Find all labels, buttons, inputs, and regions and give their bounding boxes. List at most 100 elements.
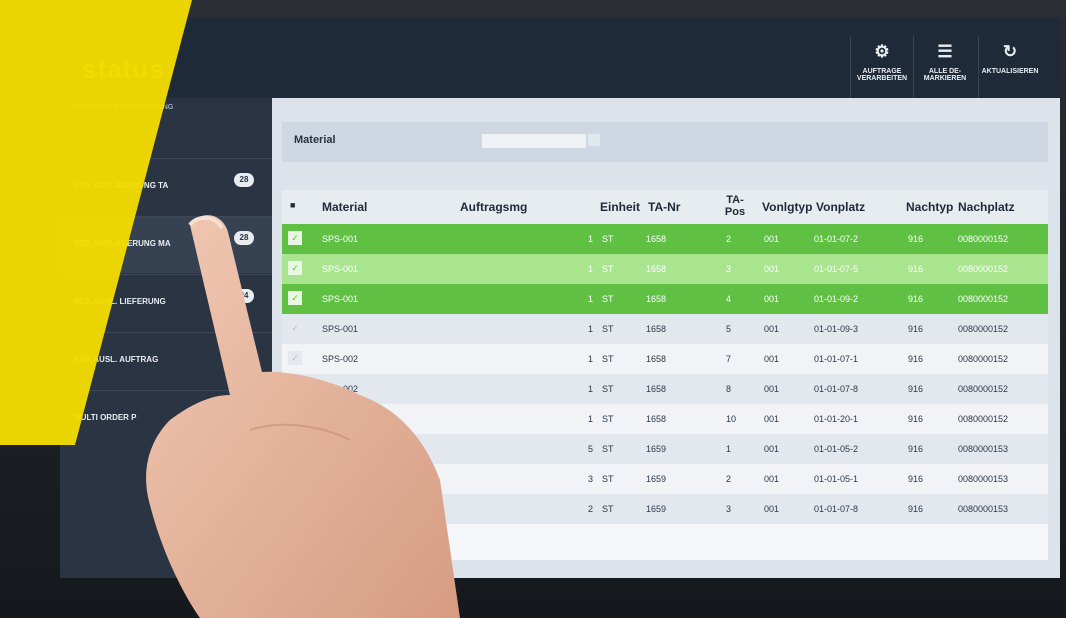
row-checkbox[interactable]: ✓ [288,231,302,245]
count-badge: 28 [234,173,254,187]
cell-menge: 3 [588,474,594,484]
row-checkbox[interactable]: ✓ [288,471,302,485]
cell-nachtyp: 916 [908,504,924,514]
table-row[interactable]: ✓ SPS-002 1 ST 1658 8 001 01-01-07-8 916 00800001… [282,374,1048,404]
row-checkbox[interactable]: ✓ [288,381,302,395]
col-vonlgtyp[interactable]: Vonlgtyp [762,200,812,214]
cell-vonplatz: 01-01-20-1 [814,414,859,424]
cell-nachplatz: 0080000152 [958,264,1009,274]
select-all-icon[interactable]: ■ [290,200,295,210]
cell-vonlgtyp: 001 [764,414,780,424]
refresh-icon: ↻ [1002,42,1018,61]
count-badge: 28 [234,231,254,245]
col-einheit[interactable]: Einheit [600,200,640,214]
cell-nachplatz: 0080000153 [958,444,1009,454]
cell-einheit: ST [602,384,614,394]
count-badge: 24 [234,289,254,303]
sidebar-item-ref-auslagerung-ta[interactable]: REF. AUSLAGERUNG TA 28 [60,158,272,215]
demark-all-button[interactable]: ☰ ALLE DE-MARKIEREN [913,36,976,98]
refresh-button[interactable]: ↻ AKTUALISIEREN [978,36,1041,98]
cell-vonplatz: 01-01-07-8 [814,384,859,394]
cell-menge: 2 [588,504,594,514]
filter-submit-button[interactable] [588,134,600,146]
sidebar-item-ref-auslagerung-ma[interactable]: REF. AUSLAGERUNG MA 28 [60,216,272,273]
process-orders-button[interactable]: ⚙ AUFTRAGE VERARBEITEN [850,36,913,98]
cell-vonlgtyp: 001 [764,474,780,484]
cell-vonplatz: 01-01-07-5 [814,264,859,274]
material-filter-input[interactable] [482,134,586,148]
cell-menge: 1 [588,384,594,394]
sidebar-item-label: REF. AUSLAGERUNG TA [74,181,169,190]
cell-ta-pos: 3 [726,504,732,514]
cell-vonlgtyp: 001 [764,264,780,274]
cell-nachtyp: 916 [908,384,924,394]
row-checkbox[interactable]: ✓ [288,501,302,515]
cell-nachplatz: 0080000153 [958,474,1009,484]
cell-ta-pos: 2 [726,474,732,484]
cell-menge: 1 [588,294,594,304]
col-ta-pos[interactable]: TA-Pos [720,194,750,218]
cell-einheit: ST [602,234,614,244]
cell-nachplatz: 0080000152 [958,234,1009,244]
cell-material: SPS-002 [322,354,359,364]
cell-vonplatz: 01-01-05-1 [814,474,859,484]
table-row[interactable]: ✓ SPS-002 1 ST 1658 7 001 01-01-07-1 916 00800001… [282,344,1048,374]
cell-nachtyp: 916 [908,234,924,244]
cell-ta-nr: 1658 [646,294,667,304]
cell-ta-nr: 1658 [646,354,667,364]
col-material[interactable]: Material [322,200,367,214]
filter-label: Material [294,134,336,146]
cell-nachtyp: 916 [908,264,924,274]
cell-ta-pos: 5 [726,324,732,334]
row-checkbox[interactable]: ✓ [288,321,302,335]
cell-ta-nr: 1658 [646,234,667,244]
cell-einheit: ST [602,294,614,304]
cell-menge: 1 [588,324,594,334]
demark-all-label: ALLE DE-MARKIEREN [923,68,967,82]
table-row[interactable]: ✓ 3 ST 1659 2 001 01-01-05-1 916 0080000153 [282,464,1048,494]
cell-ta-nr: 1659 [646,474,667,484]
cell-menge: 1 [588,414,594,424]
col-nachtyp[interactable]: Nachtyp [906,200,953,214]
cell-nachplatz: 0080000152 [958,294,1009,304]
col-nachplatz[interactable]: Nachplatz [958,200,1015,214]
cell-vonplatz: 01-01-05-2 [814,444,859,454]
table-row[interactable]: ✓ SPS-001 1 ST 1658 3 001 01-01-07-5 916 00800001… [282,254,1048,284]
sidebar-item-label: MULTI ORDER P [74,413,137,422]
cell-ta-nr: 1658 [646,324,667,334]
table-row[interactable]: ✓ 2 ST 1659 3 001 01-01-07-8 916 0080000153 [282,494,1048,524]
main-content: Material ■ Material Auftragsmg Einheit T… [272,98,1060,578]
cell-ta-nr: 1659 [646,444,667,454]
table-row[interactable]: ✓ SPS-001 1 ST 1658 5 001 01-01-09-3 916 00800001… [282,314,1048,344]
cell-material: SPS-001 [322,294,359,304]
cell-nachplatz: 0080000152 [958,414,1009,424]
cell-ta-pos: 1 [726,444,732,454]
col-ta-nr[interactable]: TA-Nr [648,200,680,214]
table-row[interactable]: ✓ SPS-001 1 ST 1658 2 001 01-01-07-2 916 00800001… [282,224,1048,254]
table-row[interactable]: ✓ SPS-001 1 ST 1658 4 001 01-01-09-2 916 00800001… [282,284,1048,314]
list-icon: ☰ [937,42,953,61]
table-row[interactable]: ✓ 1 ST 1658 10 001 01-01-20-1 916 0080000152 [282,404,1048,434]
col-auftragsmg[interactable]: Auftragsmg [460,200,527,214]
cell-einheit: ST [602,474,614,484]
cell-nachplatz: 0080000152 [958,324,1009,334]
sidebar: GESTARTETE AUSLAGERUNG REF. AUSLAGERUNG … [60,98,272,578]
table-row[interactable]: ✓ 5 ST 1659 1 001 01-01-05-2 916 0080000153 [282,434,1048,464]
cell-vonlgtyp: 001 [764,234,780,244]
row-checkbox[interactable]: ✓ [288,351,302,365]
cell-vonplatz: 01-01-09-2 [814,294,859,304]
row-checkbox[interactable]: ✓ [288,261,302,275]
sidebar-item-ref-ausl-lieferung[interactable]: REF. AUSL. LIEFERUNG 24 [60,274,272,331]
row-checkbox[interactable]: ✓ [288,411,302,425]
touchscreen: status ⚙ AUFTRAGE VERARBEITEN ☰ ALLE DE-… [60,18,1060,578]
col-vonplatz[interactable]: Vonplatz [816,200,865,214]
top-bar: status ⚙ AUFTRAGE VERARBEITEN ☰ ALLE DE-… [60,18,1060,98]
sidebar-item-multi-order[interactable]: MULTI ORDER P [60,390,272,447]
cell-einheit: ST [602,324,614,334]
cell-vonlgtyp: 001 [764,294,780,304]
row-checkbox[interactable]: ✓ [288,291,302,305]
sidebar-item-ref-ausl-auftrag[interactable]: REF. AUSL. AUFTRAG 0 [60,332,272,389]
cell-material: SPS-001 [322,324,359,334]
cell-vonlgtyp: 001 [764,354,780,364]
row-checkbox[interactable]: ✓ [288,441,302,455]
